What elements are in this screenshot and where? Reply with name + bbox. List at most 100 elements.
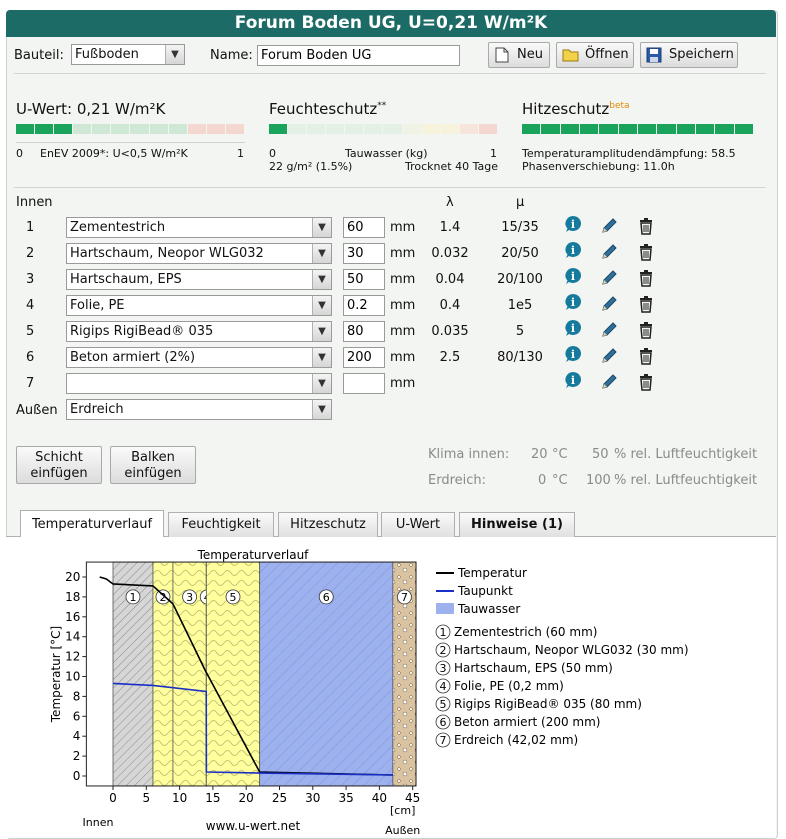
bauteil-label: Bauteil: (14, 48, 64, 63)
layer-material-select[interactable]: Hartschaum, Neopor WLG032 ▼ (66, 243, 332, 264)
trash-icon[interactable] (637, 217, 655, 235)
svg-text:i: i (571, 296, 575, 309)
layer-thickness-input[interactable] (343, 347, 385, 368)
layer-material: Beton armiert (2%) (70, 350, 196, 365)
klima-erd-rh[interactable]: 100 (586, 473, 611, 488)
legend-layer-label: Hartschaum, Neopor WLG032 (30 mm) (454, 643, 689, 657)
trash-icon[interactable] (637, 373, 655, 391)
interior-air (86, 562, 113, 786)
layer-material-select[interactable]: Zementestrich ▼ (66, 217, 332, 238)
insert-beam-line1: Balken (131, 450, 175, 465)
legend-layer-label: Rigips RigiBead® 035 (80 mm) (454, 697, 642, 711)
divider (14, 187, 766, 188)
info-icon[interactable]: i (564, 293, 582, 311)
feuchte-scale-left: 0 (269, 147, 276, 160)
layer-material: Folie, PE (70, 298, 125, 313)
info-icon[interactable]: i (564, 267, 582, 285)
layer-thickness-input[interactable] (343, 295, 385, 316)
chevron-down-icon: ▼ (165, 45, 184, 64)
klima-innen-rh[interactable]: 50 (592, 447, 609, 462)
pencil-icon[interactable] (600, 243, 618, 261)
klima-erd-temp[interactable]: 0 (538, 473, 546, 488)
layer-lambda: 0.4 (439, 298, 461, 313)
layer-material-select[interactable]: ▼ (66, 373, 332, 394)
trash-icon[interactable] (637, 347, 655, 365)
info-icon[interactable]: i (564, 215, 582, 233)
y-tick-label: 16 (65, 610, 80, 624)
bauteil-select[interactable]: Fußboden ▼ (71, 44, 185, 65)
svg-text:i: i (571, 322, 575, 335)
new-document-icon (495, 47, 509, 63)
name-input[interactable] (257, 45, 460, 66)
new-button[interactable]: Neu (488, 42, 550, 68)
layer-unit: mm (390, 376, 416, 391)
trash-icon[interactable] (637, 321, 655, 339)
layer-unit: mm (390, 220, 416, 235)
info-icon[interactable]: i (564, 319, 582, 337)
layer-unit: mm (390, 272, 416, 287)
layer-material-select[interactable]: Hartschaum, EPS ▼ (66, 269, 332, 290)
insert-beam-line2: einfügen (124, 466, 182, 481)
tab-hitzeschutz[interactable]: Hitzeschutz (278, 512, 378, 537)
aussen-select[interactable]: Erdreich ▼ (66, 399, 332, 420)
pencil-icon[interactable] (600, 269, 618, 287)
layer-material-select[interactable]: Beton armiert (2%) ▼ (66, 347, 332, 368)
insert-layer-button[interactable]: Schicht einfügen (16, 446, 102, 484)
layer-unit: mm (390, 350, 416, 365)
info-icon[interactable]: i (564, 345, 582, 363)
klima-innen-temp[interactable]: 20 (531, 447, 548, 462)
insert-beam-button[interactable]: Balken einfügen (110, 446, 196, 484)
layer-thickness-input[interactable] (343, 243, 385, 264)
legend-layer-label: Zementestrich (60 mm) (454, 625, 597, 639)
klima-innen-label: Klima innen: (428, 447, 510, 462)
save-button[interactable]: Speichern (640, 42, 738, 68)
pencil-icon[interactable] (600, 373, 618, 391)
lambda-header: λ (446, 195, 454, 210)
hitze-line1: Temperaturamplitudendämpfung: 58.5 (522, 147, 736, 160)
trash-icon[interactable] (637, 269, 655, 287)
pencil-icon[interactable] (600, 217, 618, 235)
innen-label: Innen (16, 195, 53, 210)
layer-number-label: 3 (186, 591, 193, 604)
open-button[interactable]: Öffnen (556, 42, 634, 68)
layer-thickness-input[interactable] (343, 269, 385, 290)
legend-number: 2 (440, 644, 447, 657)
tab-feuchtigkeit[interactable]: Feuchtigkeit (168, 512, 274, 537)
chevron-down-icon: ▼ (312, 400, 331, 419)
chevron-down-icon: ▼ (312, 244, 331, 263)
trash-icon[interactable] (637, 243, 655, 261)
info-icon[interactable]: i (564, 371, 582, 389)
layer-material: Hartschaum, EPS (70, 272, 182, 287)
layer-thickness-input[interactable] (343, 217, 385, 238)
trash-icon[interactable] (637, 295, 655, 313)
feuchte-sup: ** (377, 101, 387, 111)
feuchte-detail-right: Trocknet 40 Tage (405, 160, 498, 173)
chevron-down-icon: ▼ (312, 374, 331, 393)
layer-number-label: 6 (323, 591, 330, 604)
layer-lambda: 1.4 (439, 220, 461, 235)
legend-layer-label: Hartschaum, EPS (50 mm) (454, 661, 613, 675)
layer-thickness-input[interactable] (343, 321, 385, 342)
mu-header: μ (516, 195, 525, 210)
folder-icon (562, 49, 579, 62)
pencil-icon[interactable] (600, 347, 618, 365)
feuchte-title: Feuchteschutz** (269, 100, 386, 118)
legend-number: 6 (440, 716, 447, 729)
layer-material-select[interactable]: Rigips RigiBead® 035 ▼ (66, 321, 332, 342)
pencil-icon[interactable] (600, 295, 618, 313)
layer-unit: mm (390, 324, 416, 339)
tab-hinweise[interactable]: Hinweise (1) (459, 512, 575, 537)
pencil-icon[interactable] (600, 321, 618, 339)
layer-thickness-input[interactable] (343, 373, 385, 394)
uwert-scale-mid: EnEV 2009*: U<0,5 W/m²K (40, 147, 188, 160)
legend-label: Taupunkt (457, 584, 513, 598)
info-icon[interactable]: i (564, 241, 582, 259)
layer-number: 5 (26, 324, 35, 339)
tab-temperaturverlauf[interactable]: Temperaturverlauf (20, 510, 164, 537)
legend-swatch (436, 603, 454, 614)
insert-layer-line2: einfügen (30, 466, 88, 481)
tab-uwert[interactable]: U-Wert (381, 512, 455, 537)
layer-material-select[interactable]: Folie, PE ▼ (66, 295, 332, 316)
y-tick-label: 2 (73, 749, 81, 763)
svg-text:i: i (571, 270, 575, 283)
